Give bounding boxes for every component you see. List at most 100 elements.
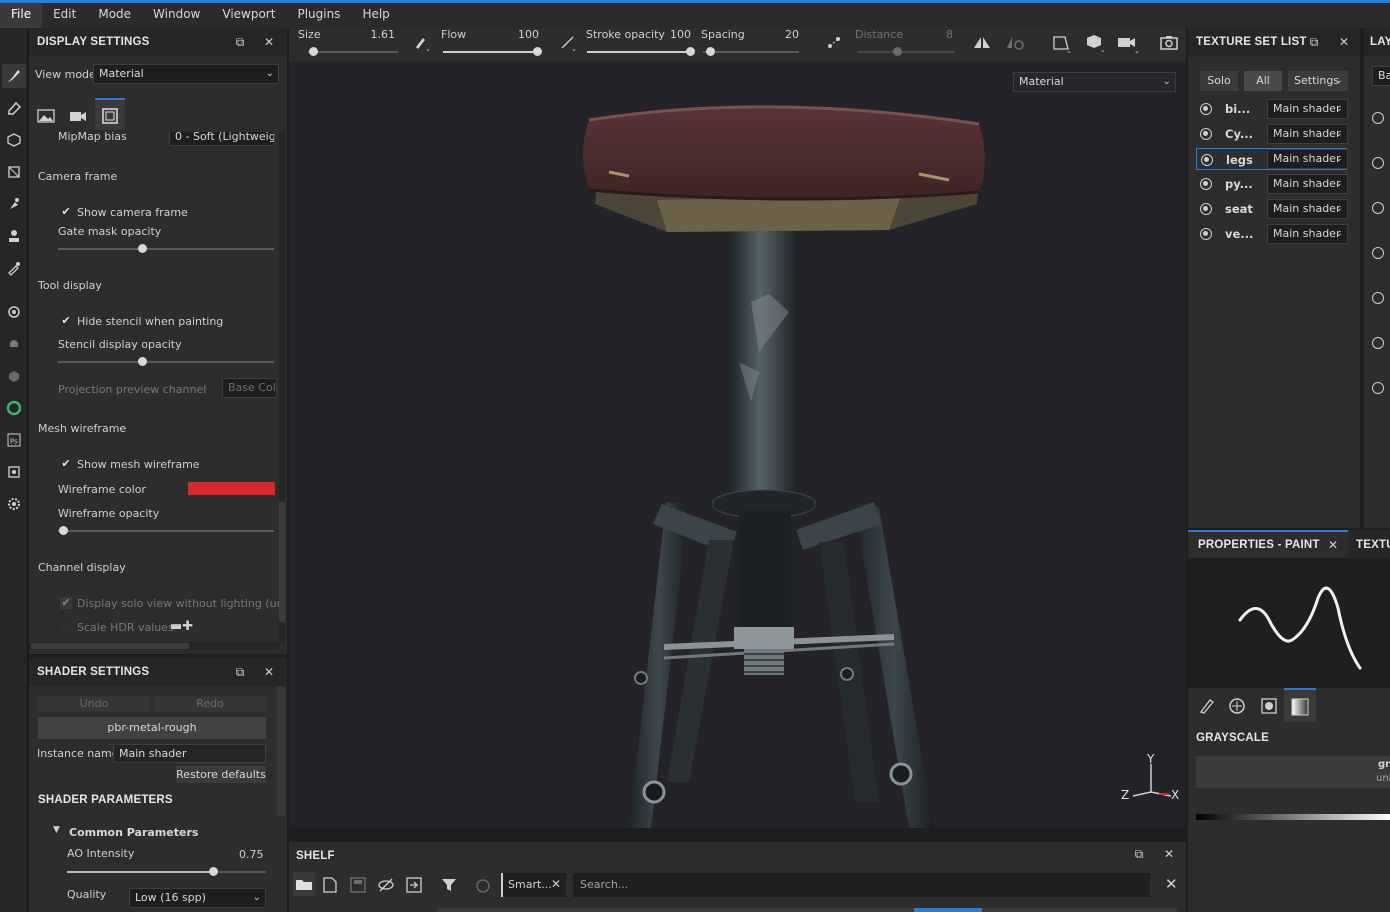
grayscale-gradient-bar[interactable]: [1196, 814, 1390, 820]
show-camera-frame-checkbox[interactable]: ✔: [60, 206, 72, 218]
3d-viewport[interactable]: Material ⌄ Y X Z: [289, 62, 1186, 828]
collapse-chevron-icon[interactable]: ▼: [53, 825, 60, 835]
view-mode-dropdown[interactable]: Material ⌄: [93, 64, 279, 84]
shelf-scroll-thumb[interactable]: [914, 908, 982, 912]
flow-slider-knob[interactable]: [533, 47, 542, 56]
close-tab-icon[interactable]: ✕: [551, 877, 561, 891]
properties-paint-tab[interactable]: PROPERTIES - PAINT ✕: [1188, 530, 1348, 558]
search-field[interactable]: Search...: [573, 873, 1150, 897]
undock-icon[interactable]: ⧉: [232, 34, 248, 50]
shader-dropdown[interactable]: Main shader ⌄: [1267, 99, 1348, 119]
gate-mask-slider[interactable]: [58, 248, 274, 250]
stencil-opacity-slider[interactable]: [58, 361, 274, 363]
layer-visibility-icon[interactable]: [1372, 157, 1384, 169]
perspective-icon[interactable]: ⌄: [1051, 34, 1073, 57]
photoshop-icon[interactable]: Ps: [2, 428, 26, 452]
all-button[interactable]: All: [1244, 71, 1282, 91]
close-icon[interactable]: ✕: [261, 664, 277, 680]
h-scrollbar-thumb[interactable]: [31, 643, 189, 649]
size-slider[interactable]: [308, 51, 398, 53]
close-icon[interactable]: ✕: [1328, 538, 1338, 552]
texture-set-row[interactable]: seat Main shader ⌄: [1196, 198, 1348, 220]
size-slider-knob[interactable]: [309, 47, 318, 56]
menu-file[interactable]: File: [0, 3, 43, 28]
shader-dropdown[interactable]: Main shader ⌄: [1267, 174, 1348, 194]
stencil-opacity-slider-knob[interactable]: [138, 357, 147, 366]
undock-icon[interactable]: ⧉: [1131, 846, 1147, 862]
smart-tab[interactable]: Smart... ✕: [501, 873, 566, 897]
layer-visibility-icon[interactable]: [1372, 382, 1384, 394]
folder-icon[interactable]: [293, 872, 315, 896]
settings-gear-icon[interactable]: [2, 492, 26, 516]
visibility-radio[interactable]: [1200, 203, 1212, 215]
undock-icon[interactable]: ⧉: [1306, 34, 1322, 50]
stencil-icon[interactable]: [1260, 697, 1278, 718]
clone-stamp-icon[interactable]: [2, 224, 26, 248]
instance-name-input[interactable]: Main shader: [113, 744, 266, 763]
undo-button[interactable]: Undo: [38, 696, 150, 712]
stroke-pressure-icon[interactable]: ⌄: [559, 34, 577, 55]
flow-slider[interactable]: [443, 51, 539, 53]
flow-value[interactable]: 100: [503, 28, 539, 41]
camera-tab-icon[interactable]: [69, 108, 91, 126]
visibility-radio[interactable]: [1200, 103, 1212, 115]
layer-visibility-icon[interactable]: [1372, 112, 1384, 124]
polygon-fill-icon[interactable]: [2, 160, 26, 184]
hide-stencil-checkbox[interactable]: ✔: [60, 315, 72, 327]
viewport-tab[interactable]: [95, 98, 125, 130]
circle-toggle-icon[interactable]: [475, 878, 491, 897]
paint-brush-icon[interactable]: [2, 64, 26, 88]
redo-button[interactable]: Redo: [154, 696, 266, 712]
grayscale-value-box[interactable]: gr uni: [1196, 756, 1390, 788]
scrollbar-thumb[interactable]: [279, 502, 285, 622]
display-solo-checkbox[interactable]: ✔: [60, 597, 72, 609]
alpha-icon[interactable]: [1228, 697, 1246, 718]
new-file-icon[interactable]: [321, 876, 339, 897]
size-value[interactable]: 1.61: [359, 28, 396, 41]
shader-dropdown[interactable]: Main shader ⌄: [1267, 149, 1348, 169]
texture-tab[interactable]: TEXTU: [1356, 539, 1390, 551]
menu-edit[interactable]: Edit: [42, 3, 87, 28]
stroke-opacity-slider[interactable]: [587, 51, 693, 53]
close-icon[interactable]: ✕: [1161, 846, 1177, 862]
solo-button[interactable]: Solo: [1200, 71, 1238, 91]
spacing-slider[interactable]: [703, 51, 799, 53]
scale-hdr-checkbox[interactable]: [60, 621, 72, 633]
minus-plus-icon[interactable]: ▬✚: [170, 619, 193, 634]
quality-dropdown[interactable]: Low (16 spp) ⌄: [129, 888, 266, 908]
texture-set-row[interactable]: bi... Main shader ⌄: [1196, 98, 1348, 120]
spacing-slider-knob[interactable]: [706, 47, 715, 56]
screenshot-camera-icon[interactable]: [1159, 34, 1179, 55]
layers-dropdown[interactable]: Bas: [1372, 66, 1390, 86]
texture-set-row[interactable]: ve... Main shader ⌄: [1196, 223, 1348, 245]
stroke-opacity-value[interactable]: 100: [655, 28, 691, 41]
layer-visibility-icon[interactable]: [1372, 247, 1384, 259]
material-tab[interactable]: [1284, 688, 1316, 722]
horizontal-scrollbar[interactable]: [29, 642, 279, 650]
bell-icon[interactable]: [2, 332, 26, 356]
wireframe-color-swatch[interactable]: [188, 482, 275, 495]
visibility-radio[interactable]: [1201, 154, 1213, 166]
mipmap-dropdown[interactable]: 0 - Soft (Lightweight: [169, 132, 275, 146]
camera-icon[interactable]: ⌄: [1117, 34, 1141, 57]
vertical-scrollbar[interactable]: [279, 132, 285, 642]
shader-dropdown[interactable]: Main shader ⌄: [1267, 199, 1348, 219]
shader-dropdown[interactable]: Main shader ⌄: [1267, 124, 1348, 144]
panel-divider[interactable]: [1360, 28, 1364, 528]
spacing-value[interactable]: 20: [763, 28, 799, 41]
display-settings-icon[interactable]: [2, 300, 26, 324]
save-icon[interactable]: [349, 876, 367, 897]
import-icon[interactable]: [405, 876, 423, 897]
close-icon[interactable]: ✕: [261, 34, 277, 50]
symmetry-icon[interactable]: [972, 34, 992, 55]
distance-slider-knob[interactable]: [893, 47, 902, 56]
close-icon[interactable]: ✕: [1336, 34, 1352, 50]
undock-icon[interactable]: ⧉: [232, 664, 248, 680]
cube-icon[interactable]: [2, 364, 26, 388]
projection-channel-dropdown[interactable]: Base Colo: [222, 378, 277, 398]
gate-mask-slider-knob[interactable]: [138, 244, 147, 253]
lazy-mouse-icon[interactable]: [825, 34, 843, 55]
shader-name-button[interactable]: pbr-metal-rough: [38, 717, 266, 739]
brush-icon[interactable]: [1198, 697, 1216, 718]
common-params-label[interactable]: Common Parameters: [69, 826, 198, 839]
